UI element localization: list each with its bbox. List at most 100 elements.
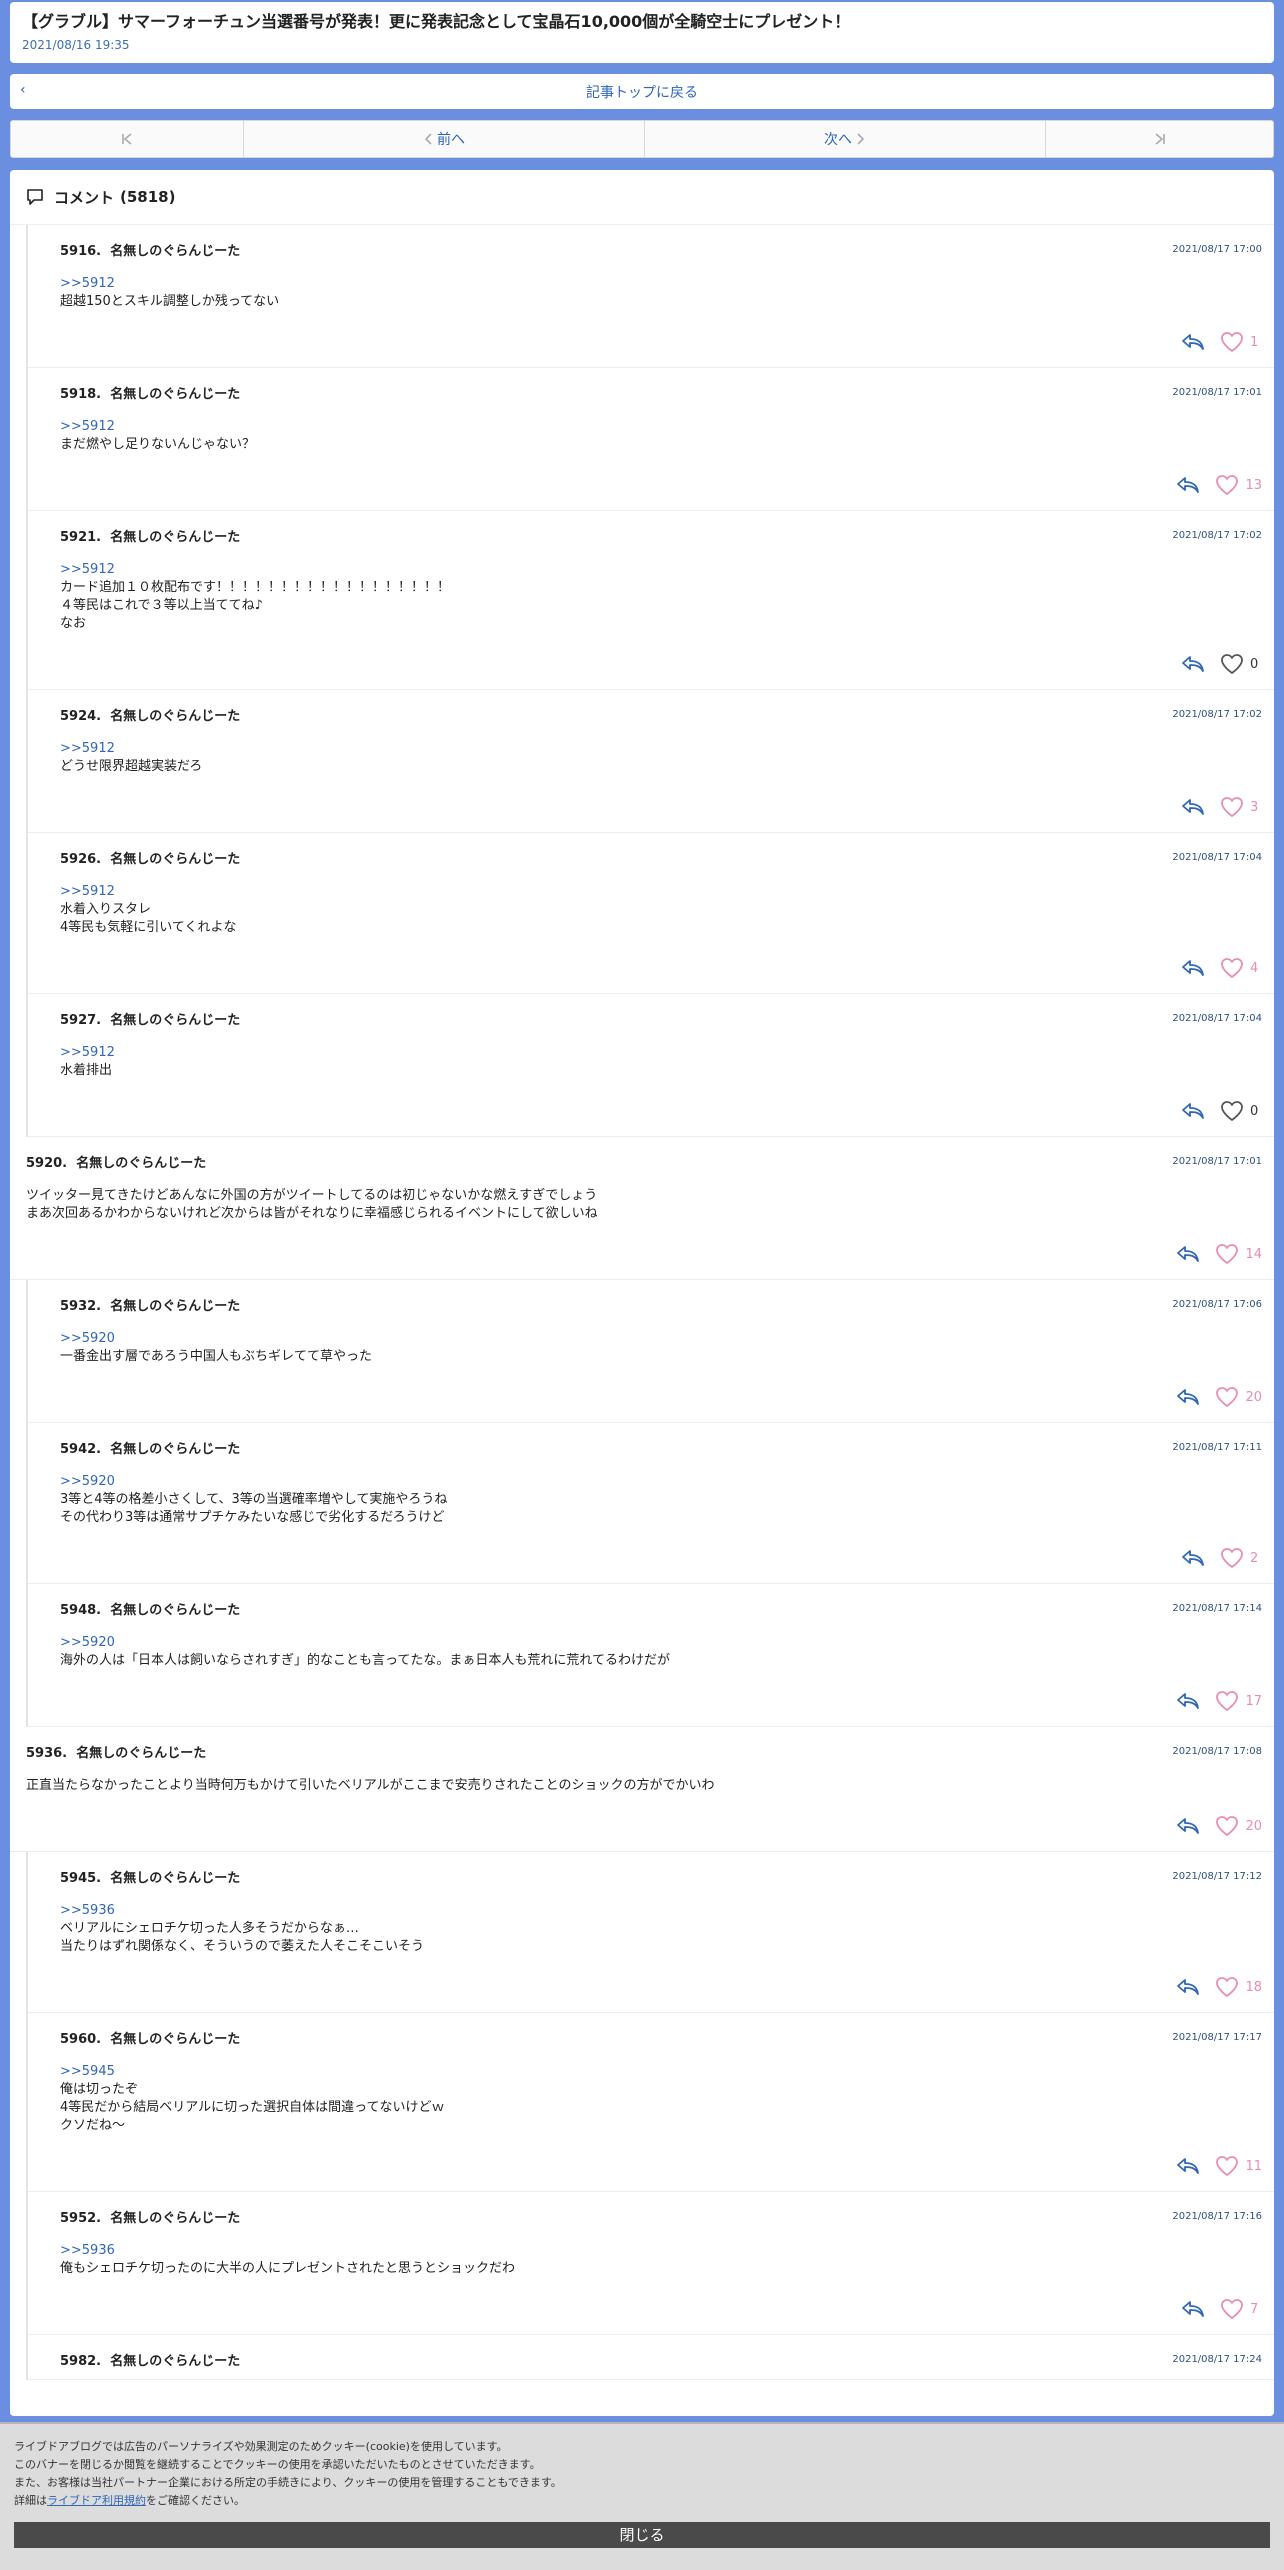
heart-icon[interactable] <box>1220 1547 1244 1569</box>
comment-author: 5916. 名無しのぐらんじーた <box>60 240 240 259</box>
comment-line: まだ燃やし足りないんじゃない？ <box>60 437 256 452</box>
reply-anchor-link[interactable]: >>5920 <box>60 1330 1262 1348</box>
comment-author: 5920. 名無しのぐらんじーた <box>26 1152 206 1171</box>
comment-name: 名無しのぐらんじーた <box>110 708 241 724</box>
reply-anchor-link[interactable]: >>5912 <box>60 418 1262 436</box>
prev-page-button[interactable]: 前へ <box>244 121 645 157</box>
comment-actions: 20 <box>26 1813 1262 1839</box>
comments-count: (5818) <box>120 188 176 206</box>
reply-anchor-link[interactable]: >>5920 <box>60 1634 1262 1652</box>
like-count: 20 <box>1245 1389 1262 1405</box>
comment-line: ベリアルにシェロチケ切った人多そうだからなぁ… <box>60 1921 359 1936</box>
like-count: 20 <box>1245 1818 1262 1834</box>
last-page-button[interactable] <box>1046 121 1273 157</box>
comment-name: 名無しのぐらんじーた <box>76 1745 207 1761</box>
terms-link[interactable]: ライブドア利用規約 <box>47 2494 146 2507</box>
chevron-right-icon <box>857 133 865 145</box>
back-to-top-button[interactable]: ‹ 記事トップに戻る <box>10 74 1274 109</box>
reply-anchor-link[interactable]: >>5912 <box>60 275 1262 293</box>
comment-name: 名無しのぐらんじーた <box>110 529 241 545</box>
heart-icon[interactable] <box>1215 1243 1239 1265</box>
comments-header: コメント (5818) <box>10 170 1274 225</box>
reply-icon[interactable] <box>1175 1244 1201 1264</box>
comment-body: >>5936 ベリアルにシェロチケ切った人多そうだからなぁ… 当たりはずれ関係なく、… <box>60 1902 1262 1956</box>
reply-anchor-link[interactable]: >>5912 <box>60 883 1262 901</box>
reply-icon[interactable] <box>1175 475 1201 495</box>
comment-body: >>5912 水着排出 <box>60 1044 1262 1080</box>
comment-body: >>5920 一番金出す層であろう中国人もぶちギレてて草やった <box>60 1330 1262 1366</box>
heart-icon[interactable] <box>1215 1815 1239 1837</box>
reply-icon[interactable] <box>1175 1691 1201 1711</box>
reply-icon[interactable] <box>1180 332 1206 352</box>
comment-time: 2021/08/17 17:24 <box>1172 2353 1262 2365</box>
reply-anchor-link[interactable]: >>5912 <box>60 561 1262 579</box>
comment-item: 5945. 名無しのぐらんじーた 2021/08/17 17:12 >>5936 ベリ… <box>26 1852 1274 2013</box>
comment-body: >>5912 カード追加１０枚配布です！！！！！！！！！！！！！！！！！！ ４等民は… <box>60 561 1262 633</box>
reply-anchor-link[interactable]: >>5936 <box>60 1902 1262 1920</box>
reply-anchor-link[interactable]: >>5920 <box>60 1473 1262 1491</box>
comment-item: 5916. 名無しのぐらんじーた 2021/08/17 17:00 >>5912 超越… <box>26 225 1274 368</box>
comment-author: 5932. 名無しのぐらんじーた <box>60 1295 240 1314</box>
first-page-button[interactable] <box>11 121 244 157</box>
reply-anchor-link[interactable]: >>5936 <box>60 2242 1262 2260</box>
prev-page-label: 前へ <box>437 132 465 148</box>
comment-body: >>5912 超越150とスキル調整しか残ってない <box>60 275 1262 311</box>
comment-bubble-icon <box>27 189 43 205</box>
heart-icon[interactable] <box>1220 653 1244 675</box>
comment-time: 2021/08/17 17:02 <box>1172 529 1262 541</box>
like-count: 7 <box>1250 2301 1259 2317</box>
heart-icon[interactable] <box>1220 796 1244 818</box>
back-to-top-label: 記事トップに戻る <box>586 84 698 101</box>
comment-name: 名無しのぐらんじーた <box>110 1602 241 1618</box>
comment-actions: 13 <box>60 472 1262 498</box>
reply-icon[interactable] <box>1175 1816 1201 1836</box>
comment-item: 5921. 名無しのぐらんじーた 2021/08/17 17:02 >>5912 カー… <box>26 511 1274 690</box>
comment-actions: 14 <box>26 1241 1262 1267</box>
comment-time: 2021/08/17 17:14 <box>1172 1602 1262 1614</box>
heart-icon[interactable] <box>1215 1386 1239 1408</box>
comment-time: 2021/08/17 17:08 <box>1172 1745 1262 1757</box>
comment-header: 5932. 名無しのぐらんじーた 2021/08/17 17:06 <box>60 1295 1262 1314</box>
reply-icon[interactable] <box>1180 958 1206 978</box>
comment-header: 5960. 名無しのぐらんじーた 2021/08/17 17:17 <box>60 2029 1262 2047</box>
comment-number: 5945. <box>60 1870 102 1886</box>
comment-item: 5952. 名無しのぐらんじーた 2021/08/17 17:16 >>5936 俺も… <box>26 2192 1274 2335</box>
cookie-close-button[interactable]: 閉じる <box>14 2522 1270 2548</box>
reply-icon[interactable] <box>1175 2156 1201 2176</box>
comment-time: 2021/08/17 17:16 <box>1172 2210 1262 2222</box>
reply-icon[interactable] <box>1175 1387 1201 1407</box>
comment-name: 名無しのぐらんじーた <box>76 1155 207 1171</box>
reply-anchor-link[interactable]: >>5945 <box>60 2063 1262 2081</box>
reply-icon[interactable] <box>1175 1977 1201 1997</box>
comment-line: なお <box>60 616 87 631</box>
reply-icon[interactable] <box>1180 1101 1206 1121</box>
comment-author: 5921. 名無しのぐらんじーた <box>60 526 240 545</box>
reply-icon[interactable] <box>1180 797 1206 817</box>
comment-name: 名無しのぐらんじーた <box>110 243 241 259</box>
heart-icon[interactable] <box>1215 474 1239 496</box>
comment-header: 5936. 名無しのぐらんじーた 2021/08/17 17:08 <box>26 1743 1262 1761</box>
comment-header: 5918. 名無しのぐらんじーた 2021/08/17 17:01 <box>60 384 1262 402</box>
reply-icon[interactable] <box>1180 1548 1206 1568</box>
comment-line: 海外の人は「日本人は飼いならされすぎ」的なことも言ってたな。まぁ日本人も荒れに荒… <box>60 1653 670 1668</box>
heart-icon[interactable] <box>1215 2155 1239 2177</box>
heart-icon[interactable] <box>1215 1976 1239 1998</box>
reply-icon[interactable] <box>1180 654 1206 674</box>
comment-name: 名無しのぐらんじーた <box>110 2031 241 2047</box>
comment-line: 4等民も気軽に引いてくれよな <box>60 920 237 935</box>
next-page-button[interactable]: 次へ <box>645 121 1046 157</box>
reply-anchor-link[interactable]: >>5912 <box>60 1044 1262 1062</box>
like-count: 11 <box>1245 2158 1262 2174</box>
heart-icon[interactable] <box>1220 331 1244 353</box>
reply-anchor-link[interactable]: >>5912 <box>60 740 1262 758</box>
comment-item: 5918. 名無しのぐらんじーた 2021/08/17 17:01 >>5912 まだ… <box>26 368 1274 511</box>
comment-name: 名無しのぐらんじーた <box>110 1012 241 1028</box>
heart-icon[interactable] <box>1215 1690 1239 1712</box>
comment-author: 5952. 名無しのぐらんじーた <box>60 2207 240 2226</box>
comment-item: 5982. 名無しのぐらんじーた 2021/08/17 17:24 <box>26 2335 1274 2380</box>
reply-icon[interactable] <box>1180 2299 1206 2319</box>
heart-icon[interactable] <box>1220 957 1244 979</box>
heart-icon[interactable] <box>1220 2298 1244 2320</box>
like-count: 17 <box>1245 1693 1262 1709</box>
heart-icon[interactable] <box>1220 1100 1244 1122</box>
